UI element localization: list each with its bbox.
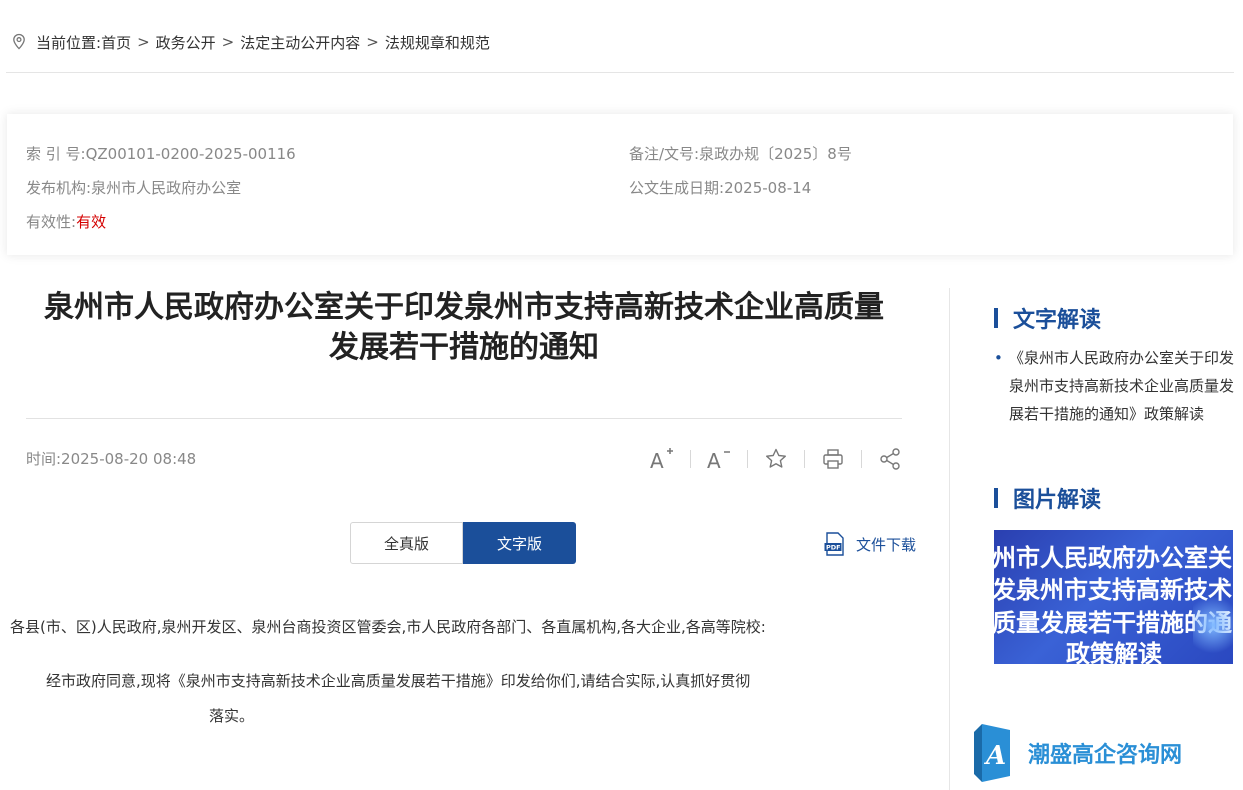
publish-time: 时间:2025-08-20 08:48	[26, 450, 197, 468]
text-interpretation-list: • 《泉州市人民政府办公室关于印发泉州市支持高新技术企业高质量发展若干措施的通知…	[994, 344, 1234, 428]
breadcrumb-item-home[interactable]: 首页	[101, 32, 131, 53]
text-interpretation-heading: 文字解读	[994, 302, 1101, 334]
svg-text:PDF: PDF	[826, 544, 841, 552]
favorite-button[interactable]	[759, 442, 793, 476]
document-number: 备注/文号:泉政办规〔2025〕8号	[629, 143, 852, 164]
file-download-label: 文件下载	[856, 535, 917, 554]
svg-text:A: A	[983, 741, 1006, 771]
page-title-line2: 发展若干措施的通知	[329, 330, 599, 365]
document-number-value: 泉政办规〔2025〕8号	[699, 145, 852, 163]
breadcrumb-prefix: 当前位置:	[36, 33, 102, 52]
publisher: 发布机构:泉州市人民政府办公室	[26, 177, 241, 198]
font-increase-icon: A	[650, 448, 673, 471]
breadcrumb-separator: >	[366, 33, 379, 51]
divider	[26, 418, 902, 419]
font-decrease-button[interactable]: A	[702, 442, 736, 476]
svg-text:A: A	[707, 449, 721, 471]
salutation-text: 各县(市、区)人民政府,泉州开发区、泉州台商投资区管委会,市人民政府各部门、各直…	[10, 618, 766, 636]
text-interpretation-heading-label: 文字解读	[1013, 308, 1102, 333]
share-button[interactable]	[873, 442, 907, 476]
tab-text-version[interactable]: 文字版	[463, 522, 576, 564]
body-paragraph-line1: 经市政府同意,现将《泉州市支持高新技术企业高质量发展若干措施》印发给你们,请结合…	[46, 672, 751, 690]
tool-divider	[747, 450, 748, 468]
heading-accent-bar	[994, 308, 998, 328]
document-number-label: 备注/文号:	[629, 145, 700, 163]
article-toolbar: A A	[645, 442, 907, 476]
version-tabs: 全真版 文字版	[350, 522, 576, 564]
pdf-file-icon: PDF	[824, 532, 844, 556]
index-number-label: 索 引 号:	[26, 145, 86, 163]
tool-divider	[690, 450, 691, 468]
bullet-dot-icon: •	[994, 349, 1003, 367]
image-interpretation-heading: 图片解读	[994, 482, 1101, 514]
tab-full-version[interactable]: 全真版	[350, 522, 463, 564]
body-paragraph-line2: 落实。	[209, 707, 255, 725]
image-interpretation-banner[interactable]: 州市人民政府办公室关 发泉州市支持高新技术 质量发展若干措施的通 政策解读	[994, 530, 1233, 664]
validity: 有效性:有效	[26, 211, 106, 232]
location-pin-icon	[13, 33, 25, 50]
watermark: A 潮盛高企咨询网	[974, 724, 1182, 782]
publisher-label: 发布机构:	[26, 179, 92, 197]
watermark-logo-icon: A	[974, 724, 1010, 782]
page-title-line1: 泉州市人民政府办公室关于印发泉州市支持高新技术企业高质量	[44, 290, 884, 325]
validity-label: 有效性:	[26, 213, 77, 231]
file-download-link[interactable]: PDF 文件下载	[824, 532, 916, 556]
breadcrumb: 当前位置: 首页 > 政务公开 > 法定主动公开内容 > 法规规章和规范	[10, 30, 490, 54]
font-decrease-icon: A	[707, 449, 730, 471]
share-icon	[880, 448, 900, 470]
breadcrumb-item-regulations[interactable]: 法规规章和规范	[385, 32, 490, 53]
document-info-panel: 索 引 号:QZ00101-0200-2025-00116 备注/文号:泉政办规…	[7, 114, 1233, 255]
validity-value: 有效	[76, 213, 107, 231]
index-number: 索 引 号:QZ00101-0200-2025-00116	[26, 143, 296, 164]
font-increase-button[interactable]: A	[645, 442, 679, 476]
banner-line: 州市人民政府办公室关	[994, 543, 1232, 572]
document-date-value: 2025-08-14	[724, 179, 812, 197]
watermark-text: 潮盛高企咨询网	[1028, 742, 1183, 768]
image-interpretation-heading-label: 图片解读	[1013, 488, 1102, 513]
sidebar-divider	[949, 288, 950, 790]
tool-divider	[804, 450, 805, 468]
banner-line: 政策解读	[1066, 639, 1162, 664]
breadcrumb-item-statutory-content[interactable]: 法定主动公开内容	[240, 32, 360, 53]
print-icon	[823, 449, 843, 469]
tool-divider	[861, 450, 862, 468]
body-paragraph: 经市政府同意,现将《泉州市支持高新技术企业高质量发展若干措施》印发给你们,请结合…	[46, 664, 846, 734]
document-date-label: 公文生成日期:	[629, 179, 725, 197]
svg-text:A: A	[650, 449, 664, 471]
page-title: 泉州市人民政府办公室关于印发泉州市支持高新技术企业高质量 发展若干措施的通知	[10, 288, 918, 368]
divider	[6, 72, 1234, 73]
breadcrumb-separator: >	[221, 33, 235, 51]
text-interpretation-link[interactable]: 《泉州市人民政府办公室关于印发泉州市支持高新技术企业高质量发展若干措施的通知》政…	[994, 344, 1234, 428]
index-number-value: QZ00101-0200-2025-00116	[85, 145, 296, 163]
banner-line: 发泉州市支持高新技术	[994, 575, 1232, 604]
favorite-star-icon	[766, 448, 786, 468]
banner-line: 质量发展若干措施的通	[994, 608, 1232, 637]
publisher-value: 泉州市人民政府办公室	[91, 179, 242, 197]
document-date: 公文生成日期:2025-08-14	[629, 177, 811, 198]
breadcrumb-item-gov-affairs[interactable]: 政务公开	[156, 32, 216, 53]
breadcrumb-separator: >	[137, 33, 150, 51]
heading-accent-bar	[994, 488, 998, 508]
print-button[interactable]	[816, 442, 850, 476]
